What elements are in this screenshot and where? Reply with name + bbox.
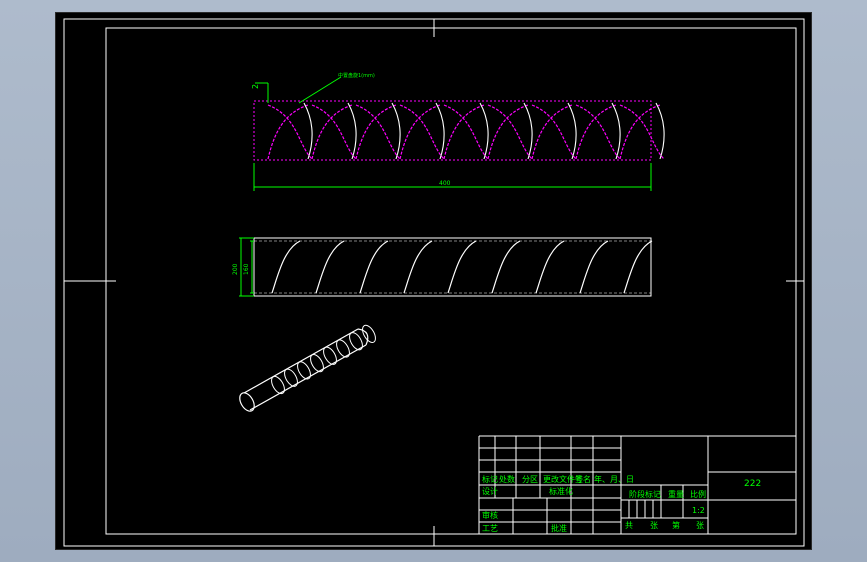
- tb-label-sheets: 张: [650, 521, 658, 530]
- top-spiral-hidden-turn: [355, 104, 401, 160]
- front-spiral-turn: [579, 240, 609, 294]
- top-spiral-hidden-turn: [443, 104, 489, 160]
- tb-label-total: 共: [625, 521, 633, 530]
- front-view-outer-dim-label: 200: [232, 263, 239, 275]
- front-spiral-turn: [271, 240, 301, 294]
- top-spiral-hidden-turn: [267, 104, 313, 160]
- top-spiral-hidden-turn: [575, 104, 621, 160]
- top-view-callout: 中置盘旋1(mm): [338, 72, 375, 79]
- tb-label-process: 工艺: [482, 524, 498, 533]
- top-view-visible-spiral: [303, 102, 665, 160]
- top-spiral-hidden-back: [311, 104, 353, 160]
- top-view-length-dimension: [253, 163, 652, 191]
- title-block: 标记 处数 分区 更改文件号 签名 年、月、日 设计 标准化 阶段标记 重量 比…: [478, 435, 796, 534]
- tb-label-mark: 标记: [482, 474, 498, 484]
- tb-label-sheet: 张: [696, 521, 704, 530]
- iso-tube-top-edge: [243, 328, 359, 394]
- top-spiral-hidden-turn: [531, 104, 577, 160]
- top-spiral-hidden-turn: [311, 104, 357, 160]
- iso-spiral-ring: [362, 324, 376, 343]
- top-view-callout-leader: [298, 76, 342, 104]
- tb-label-page: 第: [672, 520, 680, 530]
- tb-label-count: 处数: [499, 474, 515, 484]
- tb-drawing-code: 222: [744, 479, 761, 489]
- iso-tube-bottom-edge: [249, 344, 367, 411]
- tb-scale-value: 1:2: [692, 506, 705, 515]
- tb-label-design: 设计: [482, 486, 498, 496]
- top-view-length-label: 400: [439, 180, 451, 187]
- tb-label-stage-mark: 阶段标记: [629, 489, 661, 499]
- iso-view-spiral: [271, 324, 376, 395]
- top-spiral-hidden-back: [267, 104, 309, 160]
- front-spiral-turn: [447, 240, 477, 294]
- tb-label-zone: 分区: [522, 475, 538, 484]
- centering-marks: [64, 19, 804, 546]
- front-view: 200 160: [232, 237, 653, 297]
- front-view-inner-dim-label: 160: [243, 263, 250, 275]
- outer-frame: [63, 18, 805, 547]
- front-spiral-turn: [535, 240, 565, 294]
- drawing-sheet: 2 中置盘旋1(mm) 400 200 160 标记 处数 分区 更改文件号 签…: [63, 18, 805, 547]
- top-spiral-hidden-turn: [619, 104, 665, 160]
- tb-label-signature: 签名: [575, 474, 591, 484]
- top-spiral-hidden-back: [487, 104, 529, 160]
- top-spiral-hidden-turn: [487, 104, 533, 160]
- front-spiral-turn: [491, 240, 521, 294]
- inner-frame: [105, 27, 797, 535]
- top-spiral-hidden-turn: [399, 104, 445, 160]
- top-spiral-hidden-back: [531, 104, 573, 160]
- top-spiral-hidden-back: [619, 104, 661, 160]
- front-spiral-turn: [403, 240, 433, 294]
- tb-label-standardize: 标准化: [549, 486, 573, 496]
- cad-viewport[interactable]: 2 中置盘旋1(mm) 400 200 160 标记 处数 分区 更改文件号 签…: [55, 12, 812, 550]
- tb-label-review: 审核: [482, 510, 498, 520]
- tb-label-scale: 比例: [690, 489, 706, 499]
- top-spiral-hidden-back: [443, 104, 485, 160]
- isometric-view: [239, 324, 376, 412]
- top-spiral-hidden-back: [399, 104, 441, 160]
- iso-tube-near-end: [239, 392, 255, 412]
- top-view-leader-label: 2: [251, 84, 260, 89]
- tb-label-date: 年、月、日: [594, 474, 634, 484]
- top-spiral-hidden-back: [575, 104, 617, 160]
- front-view-tube-outline: [253, 237, 652, 297]
- front-spiral-turn: [359, 240, 389, 294]
- tb-label-weight: 重量: [668, 489, 684, 499]
- top-view: 2 中置盘旋1(mm) 400: [251, 72, 665, 191]
- top-view-hidden-spiral: [267, 104, 665, 160]
- front-view-spiral: [271, 240, 653, 294]
- front-spiral-turn: [623, 240, 653, 294]
- top-spiral-hidden-back: [355, 104, 397, 160]
- tb-label-approve: 批准: [551, 523, 567, 533]
- front-spiral-turn: [315, 240, 345, 294]
